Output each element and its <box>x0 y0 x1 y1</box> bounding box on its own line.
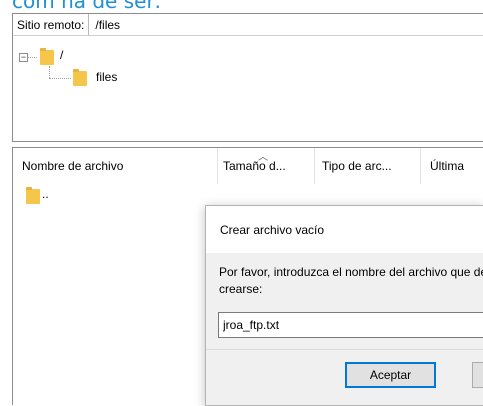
folder-icon <box>73 69 87 86</box>
filename-input[interactable] <box>218 312 483 338</box>
column-header-size[interactable]: Tamaño d... <box>218 148 315 184</box>
cancel-button[interactable] <box>472 362 483 388</box>
tree-item-root[interactable]: / <box>60 48 63 62</box>
tree-connector <box>49 78 71 79</box>
dialog-prompt-line: crearse: <box>219 282 263 296</box>
column-header-modified[interactable]: Última <box>421 148 483 184</box>
tree-collapse-icon[interactable]: − <box>19 53 28 62</box>
column-header-name[interactable]: Nombre de archivo <box>13 148 218 184</box>
page-caption: com ha de ser: <box>12 0 162 13</box>
accept-button[interactable]: Aceptar <box>345 362 436 388</box>
remote-path-input[interactable]: /files <box>89 18 120 32</box>
tree-connector <box>28 57 37 58</box>
file-row-name: .. <box>42 187 49 201</box>
dialog-divider <box>206 349 483 350</box>
tree-connector <box>49 66 50 78</box>
folder-icon <box>26 187 40 204</box>
dialog-prompt: Por favor, introduzca el nombre del arch… <box>219 264 483 298</box>
folder-icon <box>40 48 54 65</box>
dialog-title: Crear archivo vacío <box>206 206 483 253</box>
remote-site-label: Sitio remoto: <box>13 14 90 35</box>
create-empty-file-dialog: Crear archivo vacío Por favor, introduzc… <box>205 205 483 406</box>
remote-site-panel: Sitio remoto: /files − / files <box>12 13 483 142</box>
file-row-parent[interactable]: .. <box>23 186 223 204</box>
dialog-prompt-line: Por favor, introduzca el nombre del arch… <box>219 265 483 279</box>
column-header-type[interactable]: Tipo de arc... <box>315 148 421 184</box>
remote-site-bar: Sitio remoto: /files <box>13 14 483 36</box>
tree-item-files[interactable]: files <box>96 70 117 84</box>
